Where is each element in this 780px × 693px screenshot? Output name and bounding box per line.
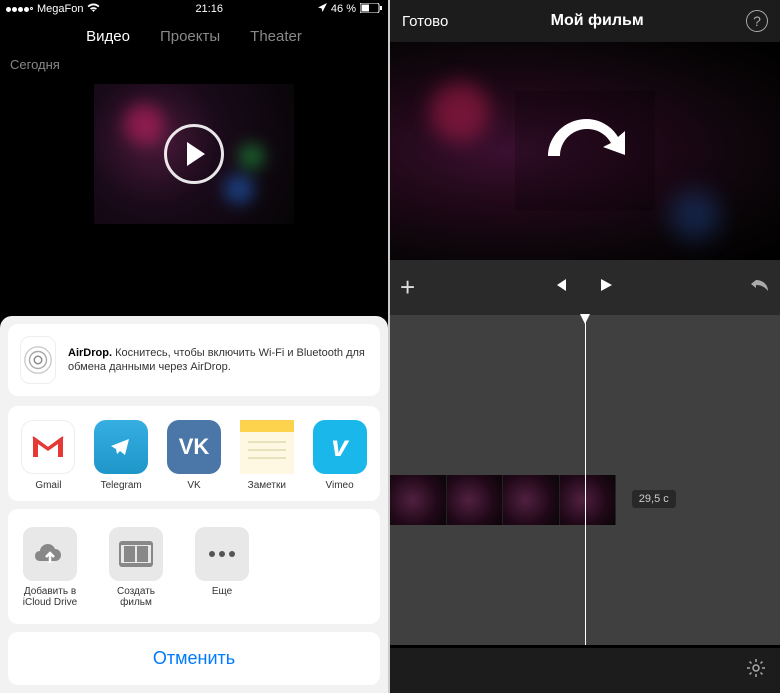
- share-app-notes[interactable]: Заметки: [232, 420, 301, 491]
- right-phone-screen: Готово Мой фильм ? +: [390, 0, 780, 693]
- undo-button[interactable]: [750, 278, 770, 297]
- timeline-area[interactable]: 29,5 с: [390, 315, 780, 645]
- share-app-vimeo[interactable]: v Vimeo: [305, 420, 374, 491]
- share-sheet: AirDrop. Коснитесь, чтобы включить Wi-Fi…: [0, 316, 388, 693]
- skip-back-button[interactable]: [552, 277, 568, 298]
- notes-icon: [240, 420, 294, 474]
- share-app-telegram[interactable]: Telegram: [87, 420, 156, 491]
- airdrop-row[interactable]: AirDrop. Коснитесь, чтобы включить Wi-Fi…: [8, 324, 380, 396]
- share-actions-row: Добавить в iCloud Drive Создать фильм Ещ…: [8, 509, 380, 624]
- action-icloud[interactable]: Добавить в iCloud Drive: [14, 527, 86, 608]
- battery-icon: [360, 3, 382, 16]
- carrier-label: MegaFon: [37, 3, 83, 15]
- location-icon: [318, 3, 327, 15]
- vk-icon: VK: [167, 420, 221, 474]
- telegram-icon: [94, 420, 148, 474]
- left-phone-screen: MegaFon 21:16 46 % Видео Проекты Theater: [0, 0, 390, 693]
- footer-bar: [390, 648, 780, 693]
- section-today: Сегодня: [0, 51, 388, 78]
- play-button[interactable]: [598, 277, 614, 298]
- airdrop-icon: [20, 336, 56, 384]
- share-apps-row: Gmail Telegram VK VK: [8, 406, 380, 501]
- video-clip[interactable]: [390, 475, 616, 525]
- clock-label: 21:16: [195, 3, 223, 15]
- play-icon[interactable]: [164, 124, 224, 184]
- tab-video[interactable]: Видео: [86, 28, 130, 45]
- wifi-icon: [87, 3, 100, 16]
- action-create-movie[interactable]: Создать фильм: [100, 527, 172, 608]
- settings-button[interactable]: [746, 665, 766, 682]
- rotate-overlay: [515, 91, 655, 211]
- video-thumbnail[interactable]: [94, 84, 294, 224]
- tab-theater[interactable]: Theater: [250, 28, 302, 45]
- battery-label: 46 %: [331, 3, 356, 15]
- video-preview-area[interactable]: [390, 42, 780, 260]
- airdrop-text: AirDrop. Коснитесь, чтобы включить Wi-Fi…: [68, 346, 368, 375]
- gmail-icon: [21, 420, 75, 474]
- imovie-header: Готово Мой фильм ?: [390, 0, 780, 42]
- top-tabs: Видео Проекты Theater: [0, 18, 388, 51]
- playhead[interactable]: [585, 315, 586, 645]
- share-app-gmail[interactable]: Gmail: [14, 420, 83, 491]
- cancel-button[interactable]: Отменить: [8, 632, 380, 685]
- more-icon: [195, 527, 249, 581]
- cloud-upload-icon: [23, 527, 77, 581]
- timeline-toolbar: +: [390, 260, 780, 315]
- duration-label: 29,5 с: [632, 490, 676, 508]
- share-app-vk[interactable]: VK VK: [160, 420, 229, 491]
- done-button[interactable]: Готово: [402, 13, 448, 30]
- project-title: Мой фильм: [551, 12, 644, 30]
- action-more[interactable]: Еще: [186, 527, 258, 608]
- add-media-button[interactable]: +: [400, 272, 415, 303]
- help-button[interactable]: ?: [746, 10, 768, 32]
- film-icon: [109, 527, 163, 581]
- rotate-icon: [540, 111, 630, 191]
- vimeo-icon: v: [313, 420, 367, 474]
- status-bar: MegaFon 21:16 46 %: [0, 0, 388, 18]
- signal-icon: [6, 7, 33, 12]
- tab-projects[interactable]: Проекты: [160, 28, 220, 45]
